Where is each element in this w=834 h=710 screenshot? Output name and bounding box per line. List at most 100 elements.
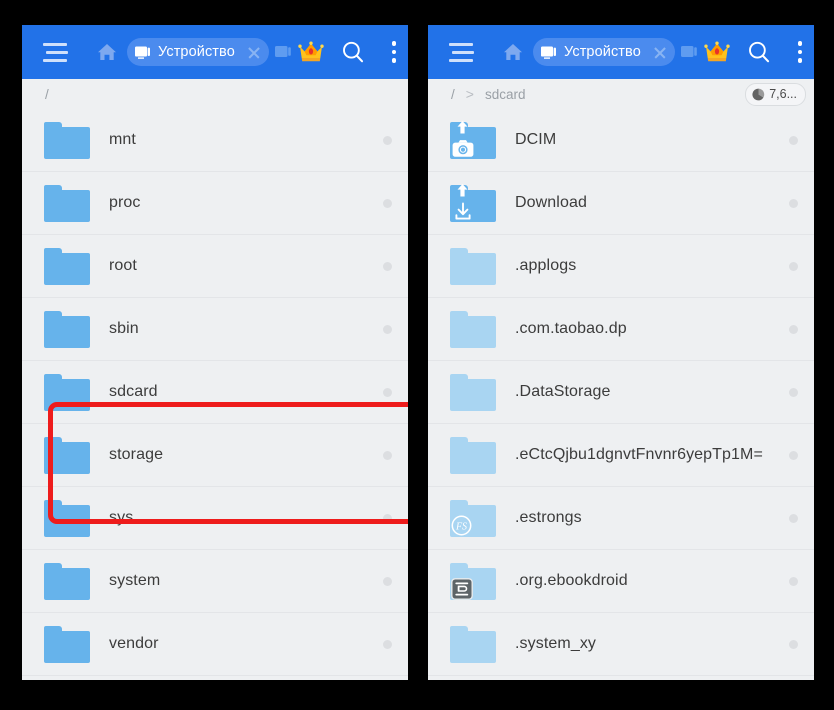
row-options-dot-icon[interactable] xyxy=(789,261,798,271)
search-icon[interactable] xyxy=(339,38,367,66)
list-item-label: .com.taobao.dp xyxy=(515,320,627,337)
list-item[interactable]: .system_xy xyxy=(428,613,814,676)
close-icon[interactable] xyxy=(243,41,265,63)
upload-arrow-badge-icon xyxy=(454,120,471,136)
list-item-label: system xyxy=(109,572,161,589)
folder-icon xyxy=(450,183,497,223)
list-item-label: .estrongs xyxy=(515,509,582,526)
svg-text:FS: FS xyxy=(455,521,467,532)
folder-icon xyxy=(450,120,497,160)
device-icon xyxy=(541,46,557,59)
list-item-label: .eCtcQjbu1dgnvtFnvnr6yepTp1M= xyxy=(515,446,763,463)
list-item[interactable]: .DataStorage xyxy=(428,361,814,424)
list-item[interactable]: storage xyxy=(22,424,408,487)
storage-badge[interactable]: 7,6... xyxy=(745,82,806,106)
hamburger-icon[interactable] xyxy=(38,38,72,66)
row-options-dot-icon[interactable] xyxy=(383,261,392,271)
left-file-list: mnt proc root sbin sdcard storage sys system ven… xyxy=(22,109,408,676)
row-options-dot-icon[interactable] xyxy=(383,387,392,397)
pie-chart-icon xyxy=(752,88,765,101)
folder-icon xyxy=(450,309,497,349)
row-options-dot-icon[interactable] xyxy=(383,198,392,208)
list-item[interactable]: sys xyxy=(22,487,408,550)
right-file-list: DCIM Download .applogs .com.taobao.dp .DataS… xyxy=(428,109,814,676)
camera-badge-icon xyxy=(452,139,474,158)
list-item[interactable]: sbin xyxy=(22,298,408,361)
tab-device[interactable]: Устройство xyxy=(127,38,269,66)
list-item-label: vendor xyxy=(109,635,159,652)
overflow-menu-icon[interactable] xyxy=(787,39,813,65)
list-item-label: Download xyxy=(515,194,587,211)
left-app-bar: Устройство xyxy=(22,25,408,79)
crown-icon[interactable] xyxy=(297,40,325,64)
list-item[interactable]: .eCtcQjbu1dgnvtFnvnr6yepTp1M= xyxy=(428,424,814,487)
folder-icon xyxy=(450,561,497,601)
list-item[interactable]: .com.taobao.dp xyxy=(428,298,814,361)
upload-arrow-badge-icon xyxy=(454,183,471,199)
folder-icon xyxy=(450,624,497,664)
row-options-dot-icon[interactable] xyxy=(789,135,798,145)
home-icon[interactable] xyxy=(94,39,120,65)
list-item-label: storage xyxy=(109,446,164,463)
list-item-label: .DataStorage xyxy=(515,383,611,400)
row-options-dot-icon[interactable] xyxy=(383,639,392,649)
right-phone-panel: Устройство / > sdcard 7,6... DCIM Downlo… xyxy=(428,25,814,680)
list-item[interactable]: DCIM xyxy=(428,109,814,172)
tab-device[interactable]: Устройство xyxy=(533,38,675,66)
row-options-dot-icon[interactable] xyxy=(383,576,392,586)
row-options-dot-icon[interactable] xyxy=(789,450,798,460)
row-options-dot-icon[interactable] xyxy=(789,639,798,649)
right-breadcrumb: / > sdcard 7,6... xyxy=(428,79,814,109)
crown-icon[interactable] xyxy=(703,40,731,64)
list-item[interactable]: vendor xyxy=(22,613,408,676)
folder-icon xyxy=(44,498,91,538)
row-options-dot-icon[interactable] xyxy=(383,450,392,460)
tab-label: Устройство xyxy=(158,44,235,60)
row-options-dot-icon[interactable] xyxy=(789,198,798,208)
search-icon[interactable] xyxy=(745,38,773,66)
breadcrumb-segment-root[interactable]: / xyxy=(38,87,56,102)
left-phone-panel: Устройство / mnt proc root sbin sdcard s… xyxy=(22,25,408,680)
list-item-label: sys xyxy=(109,509,134,526)
list-item-label: .system_xy xyxy=(515,635,597,652)
list-item-label: DCIM xyxy=(515,131,557,148)
list-item[interactable]: mnt xyxy=(22,109,408,172)
row-options-dot-icon[interactable] xyxy=(789,513,798,523)
breadcrumb-segment-root[interactable]: / xyxy=(444,87,462,102)
row-options-dot-icon[interactable] xyxy=(383,324,392,334)
folder-icon xyxy=(44,183,91,223)
new-tab-icon[interactable] xyxy=(680,45,698,59)
list-item[interactable]: proc xyxy=(22,172,408,235)
home-icon[interactable] xyxy=(500,39,526,65)
tab-label: Устройство xyxy=(564,44,641,60)
list-item-label: sdcard xyxy=(109,383,158,400)
row-options-dot-icon[interactable] xyxy=(383,135,392,145)
list-item[interactable]: .applogs xyxy=(428,235,814,298)
new-tab-icon[interactable] xyxy=(274,45,292,59)
row-options-dot-icon[interactable] xyxy=(383,513,392,523)
list-item[interactable]: FS .estrongs xyxy=(428,487,814,550)
list-item[interactable]: sdcard xyxy=(22,361,408,424)
folder-icon xyxy=(450,372,497,412)
close-icon[interactable] xyxy=(649,41,671,63)
hamburger-icon[interactable] xyxy=(444,38,478,66)
list-item[interactable]: Download xyxy=(428,172,814,235)
overflow-menu-icon[interactable] xyxy=(381,39,407,65)
folder-icon xyxy=(450,246,497,286)
right-app-bar: Устройство xyxy=(428,25,814,79)
list-item-label: .applogs xyxy=(515,257,577,274)
es-badge-icon: FS xyxy=(451,515,472,536)
storage-badge-label: 7,6... xyxy=(769,87,797,101)
list-item[interactable]: .org.ebookdroid xyxy=(428,550,814,613)
folder-icon xyxy=(44,246,91,286)
device-icon xyxy=(135,46,151,59)
breadcrumb-segment-sdcard[interactable]: sdcard xyxy=(478,87,533,102)
row-options-dot-icon[interactable] xyxy=(789,387,798,397)
list-item[interactable]: system xyxy=(22,550,408,613)
row-options-dot-icon[interactable] xyxy=(789,324,798,334)
list-item[interactable]: root xyxy=(22,235,408,298)
folder-icon xyxy=(44,435,91,475)
folder-icon xyxy=(44,372,91,412)
list-item-label: mnt xyxy=(109,131,136,148)
row-options-dot-icon[interactable] xyxy=(789,576,798,586)
